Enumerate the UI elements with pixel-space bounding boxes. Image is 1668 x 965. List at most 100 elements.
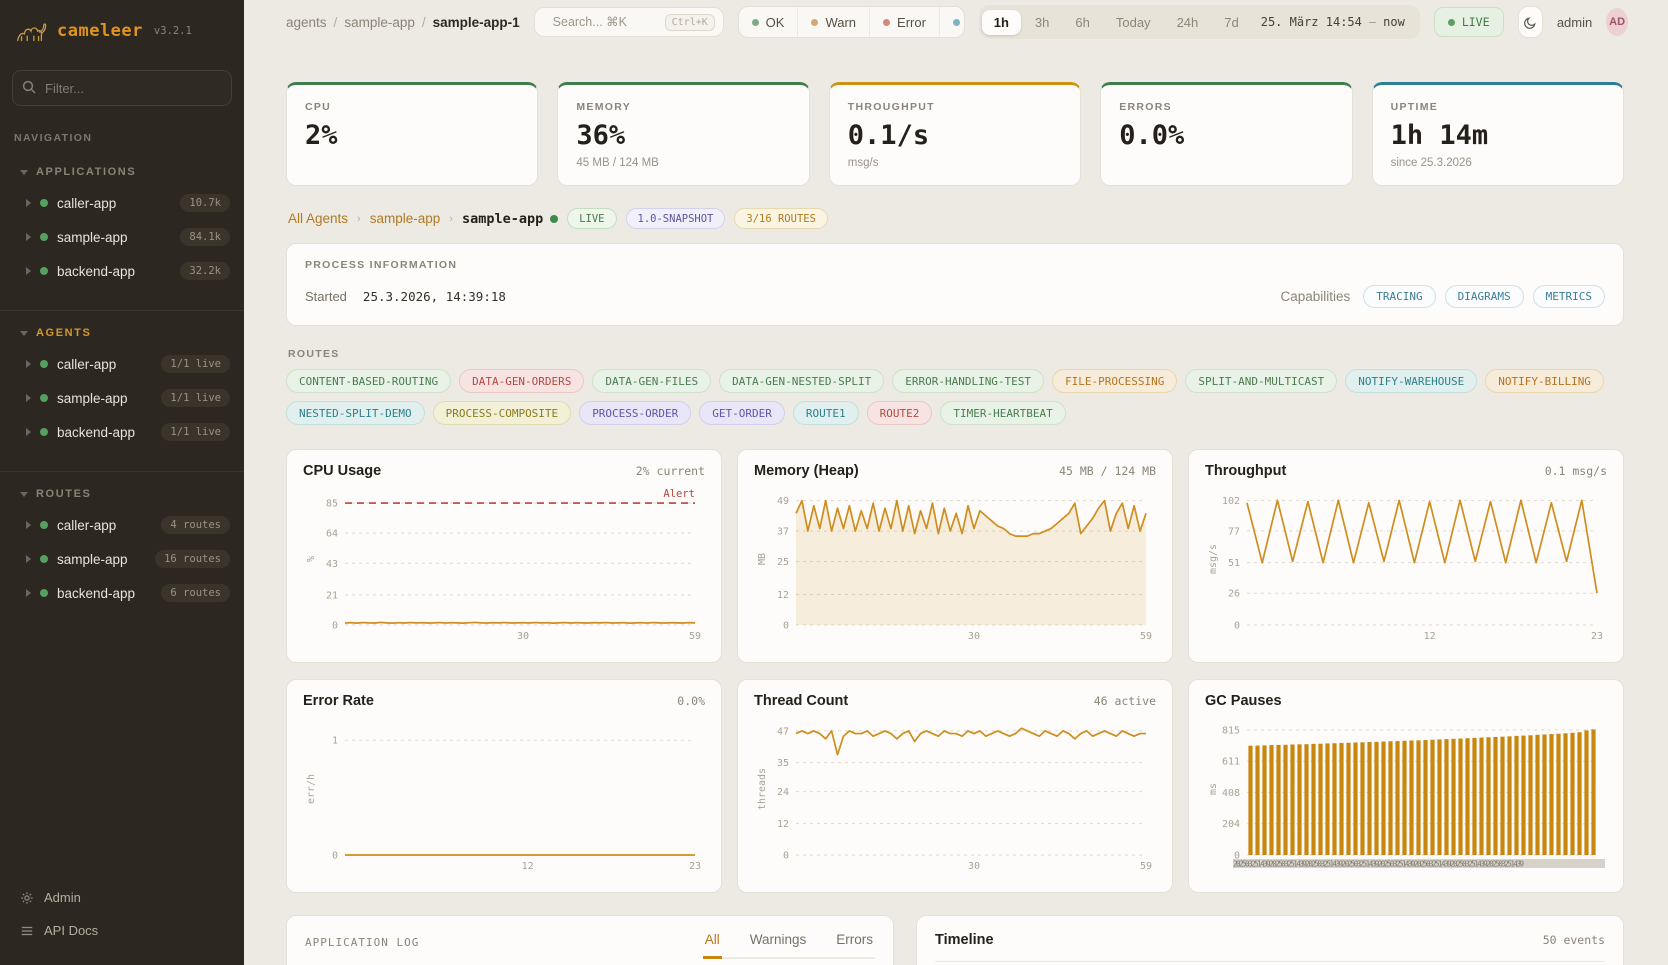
route-chip-process-composite[interactable]: PROCESS-COMPOSITE xyxy=(433,401,572,425)
route-chip-route2[interactable]: ROUTE2 xyxy=(867,401,933,425)
application-log-card: APPLICATION LOG AllWarningsErrors xyxy=(286,915,894,965)
status-filter-ok[interactable]: OK xyxy=(739,7,798,37)
metric-cards: CPU2%MEMORY36%45 MB / 124 MBTHROUGHPUT0.… xyxy=(286,82,1624,186)
breadcrumb-item[interactable]: sample-app xyxy=(344,15,415,30)
route-chip-notify-billing[interactable]: NOTIFY-BILLING xyxy=(1485,369,1604,393)
time-range-6h[interactable]: 6h xyxy=(1063,10,1101,35)
svg-text:MB: MB xyxy=(757,553,768,565)
log-tab-errors[interactable]: Errors xyxy=(834,932,875,959)
time-range-group: 1h3h6hToday24h7d 25. März 14:54 — now xyxy=(979,5,1420,39)
sidebar-sections: APPLICATIONS caller-app10.7ksample-app84.… xyxy=(0,148,244,622)
theme-toggle-button[interactable] xyxy=(1518,6,1543,38)
route-chip-split-and-multicast[interactable]: SPLIT-AND-MULTICAST xyxy=(1185,369,1337,393)
sidebar-item-sample-app[interactable]: sample-app84.1k xyxy=(0,220,244,254)
sidebar-section-title: AGENTS xyxy=(36,327,91,339)
time-range-24h[interactable]: 24h xyxy=(1165,10,1211,35)
metric-label: ERRORS xyxy=(1119,101,1333,113)
capability-pill-metrics: METRICS xyxy=(1533,285,1605,308)
sidebar-item-label: caller-app xyxy=(57,518,152,533)
log-tabs: All Warnings Errors xyxy=(703,932,875,959)
svg-text:threads: threads xyxy=(757,768,768,810)
sidebar-item-admin[interactable]: Admin xyxy=(0,881,244,914)
route-chip-process-order[interactable]: PROCESS-ORDER xyxy=(579,401,691,425)
metric-card-uptime[interactable]: UPTIME1h 14msince 25.3.2026 xyxy=(1372,82,1624,186)
time-range-7d[interactable]: 7d xyxy=(1212,10,1250,35)
svg-text:12: 12 xyxy=(522,861,534,872)
status-dot-icon xyxy=(40,521,48,529)
route-chip-nested-split-demo[interactable]: NESTED-SPLIT-DEMO xyxy=(286,401,425,425)
chart-current-value: 45 MB / 124 MB xyxy=(1059,464,1156,478)
route-chip-data-gen-files[interactable]: DATA-GEN-FILES xyxy=(592,369,711,393)
metric-card-memory[interactable]: MEMORY36%45 MB / 124 MB xyxy=(557,82,809,186)
sidebar-section-header-routes[interactable]: ROUTES xyxy=(0,482,244,508)
time-dash: — xyxy=(1369,15,1376,29)
route-chip-get-order[interactable]: GET-ORDER xyxy=(699,401,785,425)
sidebar-item-caller-app[interactable]: caller-app4 routes xyxy=(0,508,244,542)
live-badge[interactable]: LIVE xyxy=(1434,7,1504,37)
svg-text:25: 25 xyxy=(777,557,789,568)
sidebar-item-api-docs[interactable]: API Docs xyxy=(0,914,244,947)
route-chip-timer-heartbeat[interactable]: TIMER-HEARTBEAT xyxy=(940,401,1065,425)
app-logo[interactable]: cameleer v3.2.1 xyxy=(0,0,244,60)
timeline-events-count: 50 events xyxy=(1543,933,1605,947)
capability-pill-diagrams: DIAGRAMS xyxy=(1445,285,1524,308)
svg-text:0: 0 xyxy=(332,851,338,862)
sidebar-section-header-applications[interactable]: APPLICATIONS xyxy=(0,160,244,186)
breadcrumb-item[interactable]: agents xyxy=(286,15,327,30)
agent-link[interactable]: sample-app xyxy=(370,211,441,226)
chart-card-gc-pauses: GC Pauses8156114082040ms2025032514392025… xyxy=(1188,679,1624,893)
svg-text:30: 30 xyxy=(968,631,980,642)
sidebar-item-badge: 1/1 live xyxy=(161,389,230,407)
agent-link[interactable]: All Agents xyxy=(288,211,348,226)
time-range-1h[interactable]: 1h xyxy=(982,10,1021,35)
status-filter-running[interactable]: Running xyxy=(939,7,965,37)
route-chip-data-gen-orders[interactable]: DATA-GEN-ORDERS xyxy=(459,369,584,393)
sidebar-item-sample-app[interactable]: sample-app 16 routes xyxy=(0,542,244,576)
route-chip-route1[interactable]: ROUTE1 xyxy=(793,401,859,425)
charts-grid: CPU Usage2% current856443210%Alert3059Me… xyxy=(286,449,1624,893)
sidebar-item-sample-app[interactable]: sample-app1/1 live xyxy=(0,381,244,415)
metric-card-cpu[interactable]: CPU2% xyxy=(286,82,538,186)
metric-label: UPTIME xyxy=(1391,101,1605,113)
sidebar-item-backend-app[interactable]: backend-app6 routes xyxy=(0,576,244,610)
sidebar-item-backend-app[interactable]: backend-app1/1 live xyxy=(0,415,244,449)
status-filter-error[interactable]: Error xyxy=(869,7,939,37)
sidebar-item-label: backend-app xyxy=(57,264,171,279)
status-filter-warn[interactable]: Warn xyxy=(797,7,869,37)
sidebar-filter-input[interactable] xyxy=(12,70,232,106)
user-name[interactable]: admin xyxy=(1557,15,1592,30)
sidebar-item-label: sample-app xyxy=(57,552,146,567)
avatar[interactable]: AD xyxy=(1606,8,1628,36)
route-chip-data-gen-nested-split[interactable]: DATA-GEN-NESTED-SPLIT xyxy=(719,369,884,393)
time-from: 25. März 14:54 xyxy=(1261,15,1362,29)
live-label: LIVE xyxy=(1462,15,1490,29)
metric-value: 0.1/s xyxy=(848,120,1062,151)
sidebar-item-caller-app[interactable]: caller-app10.7k xyxy=(0,186,244,220)
metric-card-errors[interactable]: ERRORS0.0% xyxy=(1100,82,1352,186)
sidebar-item-badge: 16 routes xyxy=(155,550,230,568)
svg-text:30: 30 xyxy=(517,631,529,642)
sidebar-section-header-agents[interactable]: AGENTS xyxy=(0,321,244,347)
search-input[interactable] xyxy=(553,15,657,29)
app-version: v3.2.1 xyxy=(154,25,192,37)
route-chip-error-handling-test[interactable]: ERROR-HANDLING-TEST xyxy=(892,369,1044,393)
log-tab-all[interactable]: All xyxy=(703,932,722,959)
time-range-today[interactable]: Today xyxy=(1104,10,1163,35)
route-chip-notify-warehouse[interactable]: NOTIFY-WAREHOUSE xyxy=(1345,369,1477,393)
sidebar-item-badge: 1/1 live xyxy=(161,423,230,441)
sidebar-section-title: APPLICATIONS xyxy=(36,166,136,178)
global-search[interactable]: Ctrl+K xyxy=(534,7,724,37)
metric-card-throughput[interactable]: THROUGHPUT0.1/smsg/s xyxy=(829,82,1081,186)
route-chip-file-processing[interactable]: FILE-PROCESSING xyxy=(1052,369,1177,393)
svg-text:Alert: Alert xyxy=(663,488,695,500)
chevron-right-icon: › xyxy=(357,213,361,225)
route-chip-content-based-routing[interactable]: CONTENT-BASED-ROUTING xyxy=(286,369,451,393)
agent-current: sample-app xyxy=(462,211,558,227)
sidebar-item-backend-app[interactable]: backend-app32.2k xyxy=(0,254,244,288)
sidebar-item-caller-app[interactable]: caller-app1/1 live xyxy=(0,347,244,381)
time-range-3h[interactable]: 3h xyxy=(1023,10,1061,35)
capability-pill-tracing: TRACING xyxy=(1363,285,1435,308)
log-tab-warnings[interactable]: Warnings xyxy=(748,932,809,959)
timeline-card: Timeline 50 events xyxy=(916,915,1624,965)
agent-badge-3-16-routes: 3/16 ROUTES xyxy=(734,208,828,229)
